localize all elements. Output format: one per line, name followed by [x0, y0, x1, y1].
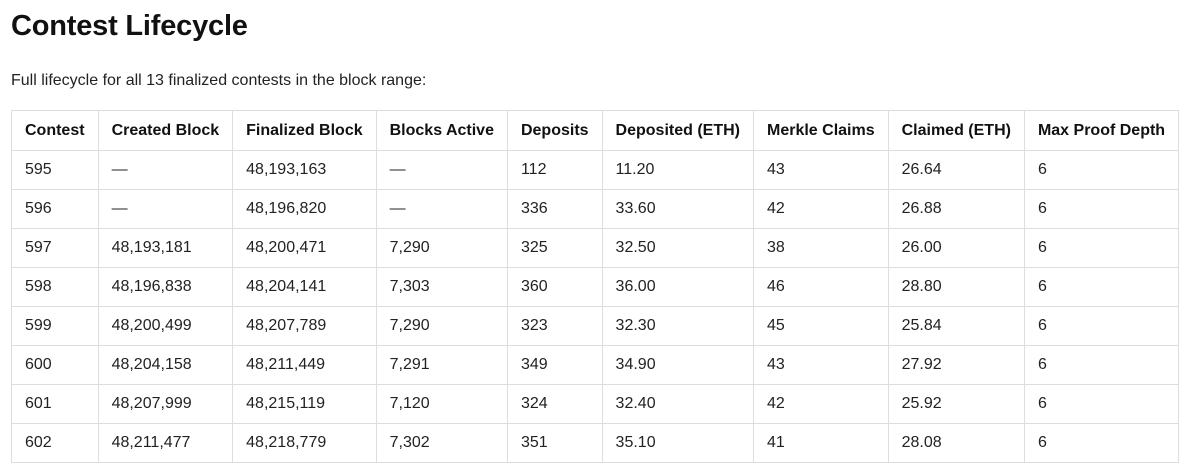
cell-merkle-claims: 43: [753, 150, 889, 190]
column-header-created-block: Created Block: [97, 110, 234, 151]
column-header-finalized-block: Finalized Block: [232, 110, 377, 151]
table-body: 595—48,193,163—112 11.20 43 26.64 6 596—48,19…: [11, 150, 1180, 463]
cell-finalized-block: 48,200,471: [232, 228, 377, 268]
column-header-deposited-eth: Deposited (ETH): [601, 110, 755, 151]
cell-claimed-eth: 27.92: [887, 345, 1025, 385]
cell-merkle-claims: 45: [753, 306, 889, 346]
cell-merkle-claims: 43: [753, 345, 889, 385]
cell-claimed-eth: 28.80: [887, 267, 1025, 307]
table-row: 597 48,193,181 48,200,471 7,290 325 32.50 38 26…: [11, 228, 1180, 268]
cell-contest: 596: [11, 189, 99, 229]
cell-finalized-block: 48,207,789: [232, 306, 377, 346]
cell-finalized-block: 48,193,163: [232, 150, 377, 190]
cell-created-block: 48,200,499: [97, 306, 234, 346]
cell-merkle-claims: 38: [753, 228, 889, 268]
cell-max-proof-depth: 6: [1023, 150, 1180, 190]
page-title: Contest Lifecycle: [11, 10, 248, 42]
cell-max-proof-depth: 6: [1023, 228, 1180, 268]
column-header-claimed-eth: Claimed (ETH): [887, 110, 1025, 151]
cell-finalized-block: 48,196,820: [232, 189, 377, 229]
cell-contest: 601: [11, 384, 99, 424]
column-header-deposits: Deposits: [506, 110, 603, 151]
cell-contest: 599: [11, 306, 99, 346]
cell-merkle-claims: 46: [753, 267, 889, 307]
cell-created-block: 48,204,158: [97, 345, 234, 385]
cell-contest: 595: [11, 150, 99, 190]
cell-deposits: 336: [506, 189, 603, 229]
cell-merkle-claims: 41: [753, 423, 889, 463]
cell-deposits: 351: [506, 423, 603, 463]
column-header-merkle-claims: Merkle Claims: [753, 110, 889, 151]
cell-created-block: —: [97, 150, 234, 190]
cell-created-block: 48,193,181: [97, 228, 234, 268]
cell-contest: 598: [11, 267, 99, 307]
cell-deposited-eth: 34.90: [601, 345, 755, 385]
cell-max-proof-depth: 6: [1023, 384, 1180, 424]
cell-deposited-eth: 36.00: [601, 267, 755, 307]
cell-blocks-active: 7,303: [375, 267, 508, 307]
table-row: 602 48,211,477 48,218,779 7,302 351 35.10 41 28…: [11, 423, 1180, 463]
cell-deposited-eth: 11.20: [601, 150, 755, 190]
cell-contest: 597: [11, 228, 99, 268]
table-header-row: Contest Created Block Finalized Block Bl…: [11, 110, 1180, 151]
table-row: 595—48,193,163—112 11.20 43 26.64 6: [11, 150, 1180, 190]
cell-deposited-eth: 32.30: [601, 306, 755, 346]
cell-finalized-block: 48,218,779: [232, 423, 377, 463]
cell-contest: 602: [11, 423, 99, 463]
cell-deposits: 360: [506, 267, 603, 307]
cell-max-proof-depth: 6: [1023, 423, 1180, 463]
cell-created-block: —: [97, 189, 234, 229]
table-row: 599 48,200,499 48,207,789 7,290 323 32.30 45 25…: [11, 306, 1180, 346]
table-row: 596—48,196,820—336 33.60 42 26.88 6: [11, 189, 1180, 229]
cell-claimed-eth: 25.92: [887, 384, 1025, 424]
cell-finalized-block: 48,211,449: [232, 345, 377, 385]
contest-lifecycle-table: Contest Created Block Finalized Block Bl…: [11, 110, 1180, 463]
cell-claimed-eth: 26.64: [887, 150, 1025, 190]
cell-deposits: 112: [506, 150, 603, 190]
cell-max-proof-depth: 6: [1023, 189, 1180, 229]
cell-blocks-active: 7,290: [375, 306, 508, 346]
cell-deposited-eth: 35.10: [601, 423, 755, 463]
cell-claimed-eth: 26.88: [887, 189, 1025, 229]
cell-deposits: 324: [506, 384, 603, 424]
cell-deposits: 325: [506, 228, 603, 268]
cell-merkle-claims: 42: [753, 189, 889, 229]
cell-contest: 600: [11, 345, 99, 385]
cell-finalized-block: 48,215,119: [232, 384, 377, 424]
cell-deposits: 323: [506, 306, 603, 346]
cell-deposited-eth: 32.50: [601, 228, 755, 268]
column-header-blocks-active: Blocks Active: [375, 110, 508, 151]
cell-claimed-eth: 26.00: [887, 228, 1025, 268]
cell-max-proof-depth: 6: [1023, 345, 1180, 385]
cell-blocks-active: —: [375, 189, 508, 229]
cell-max-proof-depth: 6: [1023, 306, 1180, 346]
table-row: 600 48,204,158 48,211,449 7,291 349 34.90 43 27…: [11, 345, 1180, 385]
column-header-contest: Contest: [11, 110, 99, 151]
cell-created-block: 48,196,838: [97, 267, 234, 307]
column-header-max-proof-depth: Max Proof Depth: [1023, 110, 1180, 151]
cell-claimed-eth: 25.84: [887, 306, 1025, 346]
table-row: 598 48,196,838 48,204,141 7,303 360 36.00 46 28…: [11, 267, 1180, 307]
cell-merkle-claims: 42: [753, 384, 889, 424]
cell-deposited-eth: 33.60: [601, 189, 755, 229]
cell-blocks-active: 7,120: [375, 384, 508, 424]
cell-claimed-eth: 28.08: [887, 423, 1025, 463]
cell-deposited-eth: 32.40: [601, 384, 755, 424]
cell-blocks-active: 7,302: [375, 423, 508, 463]
intro-paragraph: Full lifecycle for all 13 finalized cont…: [11, 72, 427, 89]
cell-blocks-active: 7,291: [375, 345, 508, 385]
cell-deposits: 349: [506, 345, 603, 385]
cell-finalized-block: 48,204,141: [232, 267, 377, 307]
cell-blocks-active: —: [375, 150, 508, 190]
table-row: 601 48,207,999 48,215,119 7,120 324 32.40 42 25…: [11, 384, 1180, 424]
cell-max-proof-depth: 6: [1023, 267, 1180, 307]
cell-created-block: 48,211,477: [97, 423, 234, 463]
cell-blocks-active: 7,290: [375, 228, 508, 268]
cell-created-block: 48,207,999: [97, 384, 234, 424]
